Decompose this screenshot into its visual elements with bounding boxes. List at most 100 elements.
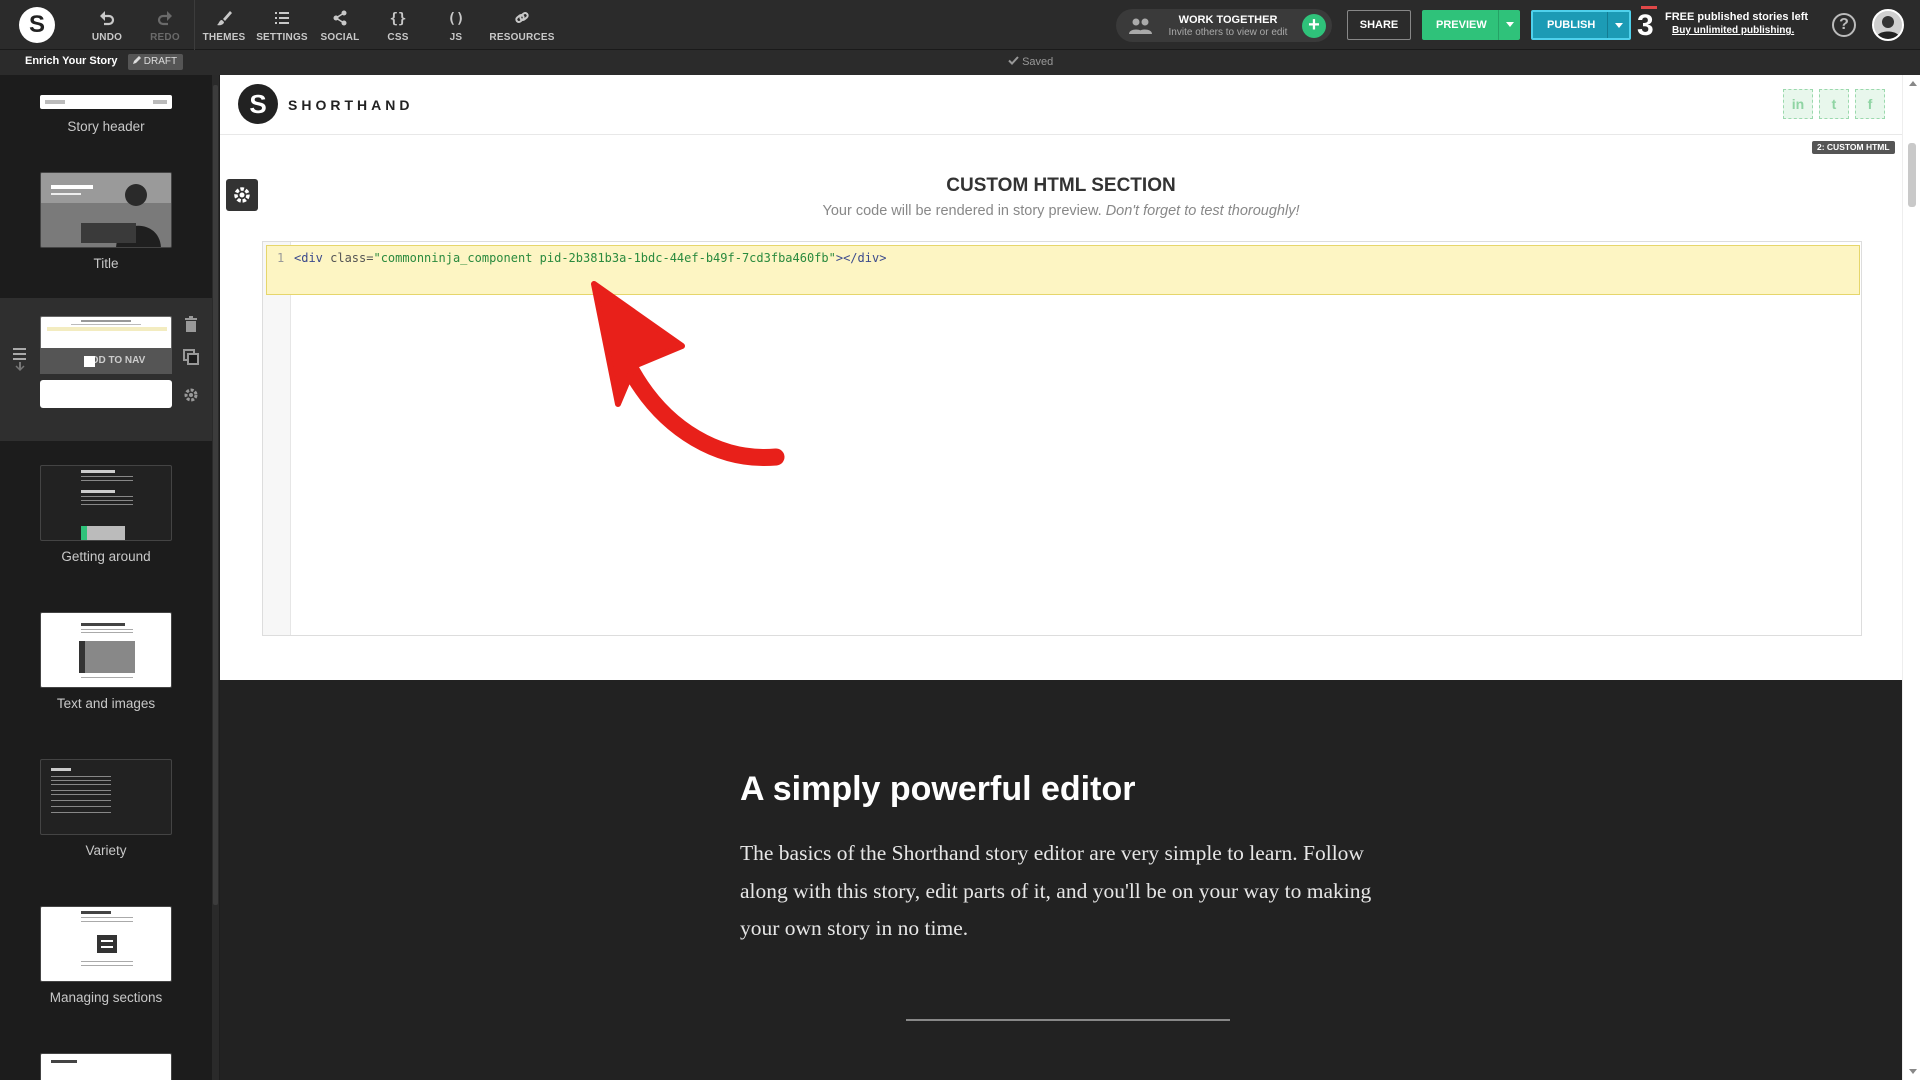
section-sidebar: Story header Title ADD TO NAV Getting ar… [0,75,212,1080]
people-icon [1129,18,1152,34]
undo-button[interactable]: UNDO [78,0,136,50]
facebook-icon[interactable]: f [1855,89,1885,119]
svg-text:(): () [448,11,465,27]
draft-label: DRAFT [143,56,178,67]
chevron-down-icon [1506,22,1514,27]
canvas-scroll-thumb[interactable] [1908,143,1916,207]
managing-sections-thumbnail [40,906,172,982]
svg-text:{}: {} [390,11,407,27]
variety-thumbnail [40,759,172,835]
settings-button[interactable]: SETTINGS [253,0,311,50]
sidebar-item-text-and-images[interactable]: Text and images [0,612,212,722]
braces-icon: {} [390,11,407,27]
sidebar-item-story-header[interactable]: Story header [0,75,212,135]
sidebar-item-label: Getting around [61,549,151,564]
js-button[interactable]: () JS [427,0,485,50]
css-button[interactable]: {} CSS [369,0,427,50]
code-attr-value: "commonninja_component pid-2b381b3a-1bdc… [373,251,836,265]
add-to-nav-toggle[interactable]: ADD TO NAV [40,348,172,374]
tool-group: UNDO REDO THEMES SETTINGS SOCIAL {} CSS … [78,0,559,50]
top-toolbar: S UNDO REDO THEMES SETTINGS SOCIAL {} CS… [0,0,1920,50]
free-stories-count: 3 [1637,9,1654,42]
sidebar-item-title[interactable]: Title [0,172,212,282]
list-icon [275,12,289,24]
buy-unlimited-link[interactable]: Buy unlimited publishing. [1672,25,1794,36]
story-canvas: S SHORTHAND in t f 2: CUSTOM HTML CUSTOM… [220,75,1902,1080]
gear-icon[interactable] [182,386,200,404]
sidebar-item-label: Managing sections [49,990,163,1005]
section-heading: A simply powerful editor [740,770,1136,808]
scroll-up-icon[interactable] [1909,81,1917,86]
nav-label-input[interactable] [40,380,172,408]
story-status-bar: Enrich Your Story DRAFT Saved [0,50,1920,75]
share-icon [333,10,347,26]
sidebar-item-custom-html[interactable]: ADD TO NAV [0,298,212,441]
avatar[interactable] [1872,9,1904,41]
section-body: The basics of the Shorthand story editor… [740,841,1372,940]
title-thumbnail [40,172,172,248]
help-icon[interactable]: ? [1832,13,1856,37]
redo-button[interactable]: REDO [136,0,194,50]
code-text[interactable]: <div class="commonninja_component pid-2b… [294,251,886,265]
sidebar-item-label: Variety [85,843,127,858]
text-and-images-thumbnail [40,612,172,688]
preview-button[interactable]: PREVIEW [1422,10,1520,40]
brush-icon [217,11,232,26]
undo-label: UNDO [91,32,123,43]
shorthand-logo[interactable]: S [19,7,55,43]
sidebar-item-variety[interactable]: Variety [0,759,212,869]
pencil-icon [133,56,141,64]
code-line-1[interactable]: 1 <div class="commonninja_component pid-… [266,245,1860,295]
redo-icon [157,11,172,26]
sidebar-item-label: Story header [67,119,145,134]
story-header-thumbnail [40,95,172,109]
over-to-you-thumbnail [40,1053,172,1080]
publish-dropdown[interactable] [1607,12,1629,38]
settings-label: SETTINGS [256,32,308,43]
annotation-arrow-icon [591,281,785,467]
social-button[interactable]: SOCIAL [311,0,369,50]
custom-html-subtitle: Your code will be rendered in story prev… [220,203,1902,219]
code-editor[interactable]: 1 <div class="commonninja_component pid-… [262,241,1862,636]
getting-around-thumbnail [40,465,172,541]
preview-dropdown[interactable] [1498,10,1520,40]
twitter-icon[interactable]: t [1819,89,1849,119]
sidebar-item-label: Title [93,256,119,271]
code-close-tag: ></div> [835,251,887,265]
social-label: SOCIAL [320,32,360,43]
scroll-down-icon[interactable] [1909,1069,1917,1074]
work-together-button[interactable]: WORK TOGETHER Invite others to view or e… [1116,9,1332,42]
redo-label: REDO [150,32,180,43]
resources-label: RESOURCES [489,32,555,43]
linkedin-icon[interactable]: in [1783,89,1813,119]
themes-button[interactable]: THEMES [195,0,253,50]
parentheses-icon: () [448,11,465,27]
trash-icon[interactable] [182,316,200,334]
section-badge: 2: CUSTOM HTML [1812,141,1895,154]
share-button[interactable]: SHARE [1347,10,1411,40]
title-photo-thumbnail [41,173,171,247]
link-icon [515,12,529,23]
chevron-down-icon [1615,23,1623,28]
story-navbar: S SHORTHAND in t f [220,75,1902,135]
themes-label: THEMES [202,32,246,43]
editor-gutter [263,242,291,635]
publish-button[interactable]: PUBLISH [1531,10,1631,40]
draft-badge: DRAFT [128,54,184,70]
code-open-tag: <div [294,251,323,265]
resources-button[interactable]: RESOURCES [485,0,559,50]
story-title[interactable]: Enrich Your Story [25,55,118,67]
sidebar-item-managing-sections[interactable]: Managing sections [0,906,212,1016]
duplicate-icon[interactable] [182,348,200,366]
plus-icon[interactable]: + [1302,14,1326,38]
drag-handle-icon[interactable] [12,346,28,376]
add-to-nav-checkbox[interactable] [84,356,95,367]
sidebar-item-over-to-you[interactable] [0,1053,212,1080]
check-icon [1008,56,1019,65]
story-brand: SHORTHAND [288,97,414,113]
canvas-scrollbar[interactable] [1902,75,1920,1080]
sidebar-item-getting-around[interactable]: Getting around [0,465,212,575]
sidebar-scroll-thumb[interactable] [213,85,218,905]
work-together-subtitle: Invite others to view or edit [1168,27,1288,38]
sidebar-scrollbar[interactable] [212,75,219,1080]
